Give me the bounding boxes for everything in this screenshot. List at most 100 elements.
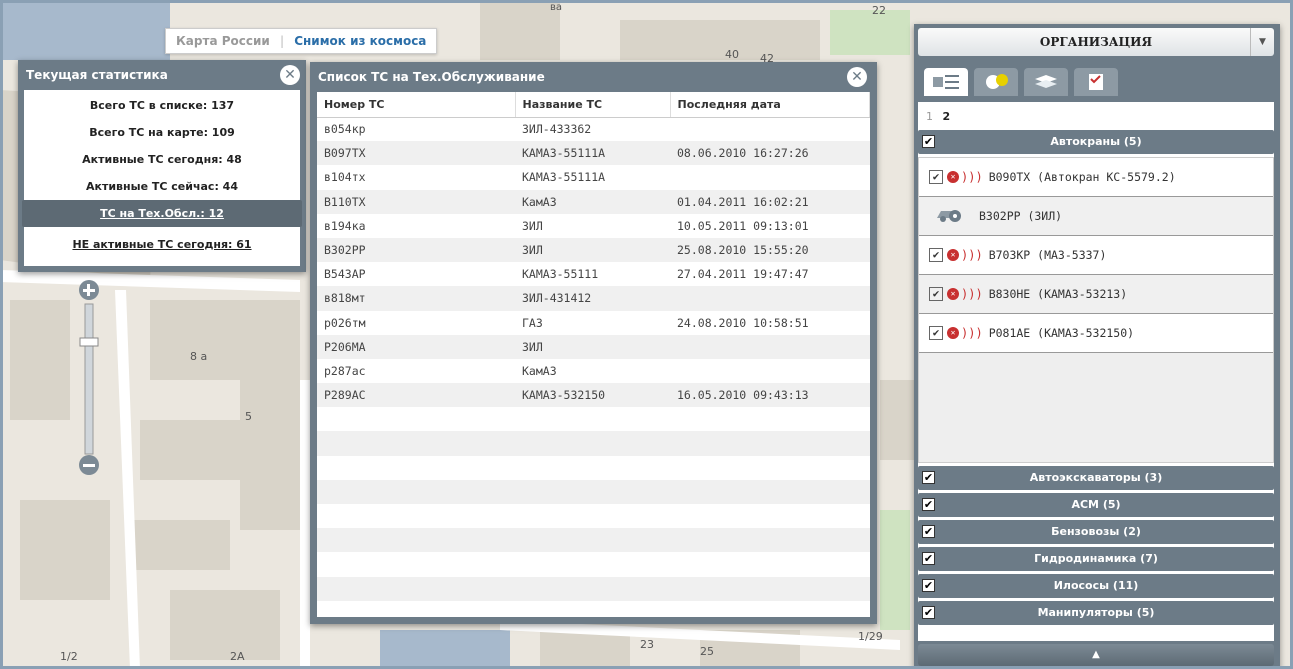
table-row[interactable]: в054кр ЗИЛ-433362 <box>317 117 870 141</box>
group-label: Манипуляторы (5) <box>1037 606 1155 619</box>
table-row[interactable]: В110ТХ КамАЗ 01.04.2011 16:02:21 <box>317 189 870 214</box>
group-header[interactable]: ✔ АСМ (5) <box>918 493 1274 517</box>
table-row[interactable]: в818мт ЗИЛ-431412 <box>317 286 870 311</box>
stat-inactive-today-link[interactable]: НЕ активные ТС сегодня: 61 <box>24 231 300 258</box>
group-header-open[interactable]: ✔ Автокраны (5) <box>918 130 1274 154</box>
pagination: 1 2 <box>918 102 1274 130</box>
cell-date: 25.08.2010 15:55:20 <box>670 237 870 263</box>
empty-row <box>317 479 870 504</box>
group-header[interactable]: ✔ Автоэкскаваторы (3) <box>918 466 1274 490</box>
offline-icon: ✕ <box>947 171 959 183</box>
maintenance-list-panel: Список ТС на Тех.Обслуживание ✕ Номер ТС… <box>310 62 877 624</box>
svg-text:ва: ва <box>550 2 562 13</box>
cell-date: 08.06.2010 16:27:26 <box>670 141 870 166</box>
table-row[interactable]: в104тх КАМАЗ-55111А <box>317 165 870 189</box>
chevron-down-icon[interactable]: ▼ <box>1250 28 1274 56</box>
group-checkbox[interactable]: ✔ <box>922 135 935 148</box>
vehicle-checkbox[interactable]: ✔ <box>929 326 943 340</box>
tab-alerts[interactable] <box>974 68 1018 96</box>
group-checkbox[interactable]: ✔ <box>922 552 935 565</box>
empty-row <box>317 552 870 576</box>
group-header[interactable]: ✔ Манипуляторы (5) <box>918 601 1274 625</box>
table-row[interactable]: в194ка ЗИЛ 10.05.2011 09:13:01 <box>317 214 870 238</box>
group-header[interactable]: ✔ Илососы (11) <box>918 574 1274 598</box>
group-checkbox[interactable]: ✔ <box>922 579 935 592</box>
page-link-1[interactable]: 1 <box>926 110 933 123</box>
close-icon[interactable]: ✕ <box>280 65 300 85</box>
organization-dropdown[interactable]: ОРГАНИЗАЦИЯ ▼ <box>918 28 1274 56</box>
signal-icon: ))) <box>961 326 983 340</box>
cell-number: р287ас <box>324 363 366 378</box>
group-label: Гидродинамика (7) <box>1034 552 1158 565</box>
vehicle-alert-icon <box>986 74 1008 89</box>
group-checkbox[interactable]: ✔ <box>922 471 935 484</box>
empty-row <box>317 576 870 601</box>
vehicle-item[interactable]: ✔ ✕ ))) Р081АЕ (КАМАЗ-532150) <box>919 314 1273 353</box>
group-checkbox[interactable]: ✔ <box>922 525 935 538</box>
vehicle-label: Р081АЕ (КАМАЗ-532150) <box>988 326 1135 340</box>
vehicle-list-icon <box>933 75 959 89</box>
layers-icon <box>1035 75 1057 88</box>
svg-text:22: 22 <box>872 4 886 17</box>
cell-number: В097ТХ <box>317 141 515 166</box>
stats-panel-title: Текущая статистика <box>26 68 168 82</box>
cell-name: ЗИЛ-433362 <box>522 122 592 137</box>
vehicle-item[interactable]: ✔ ✕ ))) В090ТХ (Автокран КС-5579.2) <box>919 158 1273 197</box>
cell-number: в194ка <box>324 218 366 233</box>
cell-number: В543АР <box>324 267 366 282</box>
map-tab-russia[interactable]: Карта России <box>176 34 270 48</box>
map-type-switcher: Карта России | Снимок из космоса <box>165 28 438 54</box>
empty-row <box>317 407 870 431</box>
table-row[interactable]: Р206МА ЗИЛ <box>317 334 870 359</box>
stats-panel: Текущая статистика ✕ Всего ТС в списке: … <box>18 60 306 272</box>
vehicle-item[interactable]: В302РР (ЗИЛ) <box>919 197 1273 236</box>
tab-layers[interactable] <box>1024 68 1068 96</box>
organization-panel: ОРГАНИЗАЦИЯ ▼ 1 2 ✔ Автокраны (5) ✔ ✕))… <box>914 24 1280 669</box>
stat-maintenance-link[interactable]: ТС на Тех.Обсл.: 12 <box>22 200 302 227</box>
vehicle-checkbox[interactable]: ✔ <box>929 248 943 262</box>
offline-icon: ✕ <box>947 288 959 300</box>
stat-total-on-map: Всего ТС на карте: 109 <box>89 126 235 139</box>
tab-checklist[interactable] <box>1074 68 1118 96</box>
column-header-name[interactable]: Название ТС <box>515 92 671 118</box>
svg-text:8 а: 8 а <box>190 350 207 363</box>
group-label: АСМ (5) <box>1071 498 1121 511</box>
group-header[interactable]: ✔ Бензовозы (2) <box>918 520 1274 544</box>
table-row[interactable]: В097ТХ КАМАЗ-55111А 08.06.2010 16:27:26 <box>317 141 870 166</box>
cell-name: ЗИЛ <box>522 218 543 233</box>
vehicle-checkbox[interactable]: ✔ <box>929 170 943 184</box>
svg-text:40: 40 <box>725 48 739 61</box>
cell-number: Р206МА <box>317 334 515 359</box>
vehicle-item[interactable]: ✔ ✕ ))) В703КР (МАЗ-5337) <box>919 236 1273 275</box>
map-tab-satellite[interactable]: Снимок из космоса <box>294 34 426 48</box>
table-row[interactable]: р026тм ГАЗ 24.08.2010 10:58:51 <box>317 311 870 335</box>
empty-row <box>317 431 870 456</box>
cell-name: КамАЗ <box>522 363 557 378</box>
group-list: ✔ Автоэкскаваторы (3) ✔ АСМ (5) ✔ Бензовозы (… <box>918 466 1274 625</box>
close-icon[interactable]: ✕ <box>847 67 867 87</box>
table-row[interactable]: В302РР ЗИЛ 25.08.2010 15:55:20 <box>317 237 870 263</box>
map-zoom-control[interactable] <box>75 280 103 480</box>
group-checkbox[interactable]: ✔ <box>922 498 935 511</box>
tab-vehicle-list[interactable] <box>924 68 968 96</box>
svg-text:2А: 2А <box>230 650 245 663</box>
group-checkbox[interactable]: ✔ <box>922 606 935 619</box>
table-row[interactable]: р287ас КамАЗ <box>317 359 870 383</box>
group-label: Автокраны (5) <box>1050 135 1142 148</box>
cell-name: ЗИЛ <box>515 334 670 359</box>
cell-name: ЗИЛ-431412 <box>515 286 670 311</box>
cell-name: КамАЗ <box>515 189 670 214</box>
collapse-button[interactable]: ▲ <box>918 644 1274 666</box>
group-header[interactable]: ✔ Гидродинамика (7) <box>918 547 1274 571</box>
table-row[interactable]: В543АР КАМАЗ-55111 27.04.2011 19:47:47 <box>317 262 870 286</box>
column-header-date[interactable]: Последняя дата <box>670 92 870 118</box>
tab-separator: | <box>279 34 285 48</box>
empty-row <box>317 504 870 528</box>
cell-name: КАМАЗ-55111 <box>522 267 599 282</box>
vehicle-item[interactable]: ✔ ✕ ))) В830НЕ (КАМАЗ-53213) <box>919 275 1273 314</box>
column-header-number[interactable]: Номер ТС <box>317 92 516 118</box>
cell-date: 10.05.2011 09:13:01 <box>677 218 809 233</box>
table-row[interactable]: Р289АС КАМАЗ-532150 16.05.2010 09:43:13 <box>317 383 870 408</box>
vehicle-label: В302РР (ЗИЛ) <box>979 209 1063 223</box>
vehicle-checkbox[interactable]: ✔ <box>929 287 943 301</box>
